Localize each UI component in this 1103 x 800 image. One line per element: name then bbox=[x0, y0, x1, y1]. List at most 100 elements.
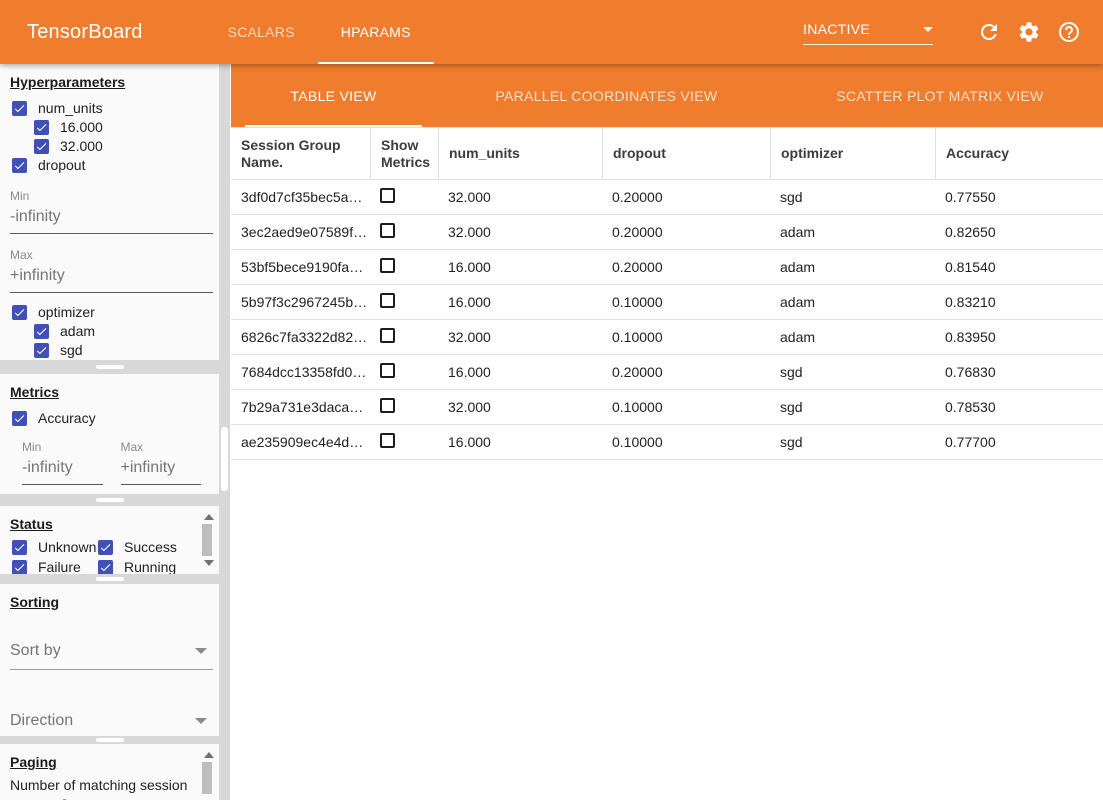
chevron-down-icon bbox=[923, 27, 933, 32]
checkbox-checked-icon[interactable] bbox=[12, 158, 27, 173]
hparam-value-sgd[interactable]: sgd bbox=[0, 341, 219, 360]
table-row[interactable]: 6826c7fa3322d82… 32.000 0.10000 adam 0.8… bbox=[231, 320, 1103, 355]
tab-scalars[interactable]: SCALARS bbox=[205, 0, 318, 64]
scrollbar-thumb[interactable] bbox=[202, 762, 212, 794]
min-input[interactable]: -infinity bbox=[10, 205, 213, 234]
hparam-value-32[interactable]: 32.000 bbox=[0, 137, 219, 156]
status-success[interactable]: Success bbox=[98, 538, 190, 557]
hparam-dropout[interactable]: dropout bbox=[0, 156, 219, 175]
col-header-num-units[interactable]: num_units bbox=[438, 128, 602, 179]
scroll-down-icon[interactable] bbox=[204, 560, 214, 566]
tab-parallel-coordinates-view[interactable]: PARALLEL COORDINATES VIEW bbox=[436, 64, 777, 127]
resize-handle[interactable] bbox=[96, 577, 124, 581]
show-metrics-checkbox[interactable] bbox=[380, 188, 395, 203]
col-header-session-group-name[interactable]: Session Group Name. bbox=[231, 128, 370, 179]
table-row[interactable]: ae235909ec4e4d… 16.000 0.10000 sgd 0.777… bbox=[231, 425, 1103, 460]
show-metrics-checkbox[interactable] bbox=[380, 433, 395, 448]
checkbox-checked-icon[interactable] bbox=[34, 120, 49, 135]
show-metrics-checkbox[interactable] bbox=[380, 223, 395, 238]
tab-scatter-plot-matrix-view[interactable]: SCATTER PLOT MATRIX VIEW bbox=[777, 64, 1103, 127]
hparam-value-16[interactable]: 16.000 bbox=[0, 118, 219, 137]
metric-accuracy[interactable]: Accuracy bbox=[0, 409, 219, 428]
col-header-show-metrics[interactable]: Show Metrics bbox=[370, 128, 438, 179]
tab-hparams[interactable]: HPARAMS bbox=[318, 0, 434, 64]
tab-table-view[interactable]: TABLE VIEW bbox=[231, 64, 436, 127]
cell-num-units: 16.000 bbox=[438, 364, 602, 380]
show-metrics-checkbox[interactable] bbox=[380, 398, 395, 413]
table-row[interactable]: 5b97f3c2967245b… 16.000 0.10000 adam 0.8… bbox=[231, 285, 1103, 320]
reload-status-value: INACTIVE bbox=[803, 21, 870, 37]
table-row[interactable]: 7b29a731e3daca… 32.000 0.10000 sgd 0.785… bbox=[231, 390, 1103, 425]
hparam-num-units[interactable]: num_units bbox=[0, 99, 219, 118]
status-failure[interactable]: Failure bbox=[12, 558, 98, 574]
chevron-down-icon bbox=[195, 648, 207, 654]
hparam-value-adam[interactable]: adam bbox=[0, 322, 219, 341]
max-input[interactable]: +infinity bbox=[121, 456, 202, 485]
checkbox-checked-icon[interactable] bbox=[98, 540, 113, 555]
section-divider bbox=[0, 574, 219, 584]
show-metrics-checkbox[interactable] bbox=[380, 363, 395, 378]
status-running[interactable]: Running bbox=[98, 558, 190, 574]
section-divider bbox=[0, 360, 219, 374]
status-label: Running bbox=[124, 559, 176, 574]
resize-handle[interactable] bbox=[96, 498, 124, 502]
checkbox-checked-icon[interactable] bbox=[34, 343, 49, 358]
checkbox-checked-icon[interactable] bbox=[34, 139, 49, 154]
col-header-dropout[interactable]: dropout bbox=[602, 128, 770, 179]
sidebar-scrollbar-thumb[interactable] bbox=[221, 427, 228, 491]
status-section: Status Unknown Success Failure Running bbox=[0, 506, 219, 574]
table-row[interactable]: 53bf5bece9190fa… 16.000 0.20000 adam 0.8… bbox=[231, 250, 1103, 285]
col-header-accuracy[interactable]: Accuracy bbox=[935, 128, 1103, 179]
cell-accuracy: 0.83210 bbox=[935, 294, 1103, 310]
cell-dropout: 0.10000 bbox=[602, 434, 770, 450]
help-icon[interactable] bbox=[1057, 20, 1081, 44]
cell-num-units: 32.000 bbox=[438, 224, 602, 240]
table-row[interactable]: 3ec2aed9e07589f… 32.000 0.20000 adam 0.8… bbox=[231, 215, 1103, 250]
checkbox-checked-icon[interactable] bbox=[98, 560, 113, 574]
checkbox-checked-icon[interactable] bbox=[34, 324, 49, 339]
sort-by-dropdown[interactable]: Sort by bbox=[10, 636, 213, 670]
matching-groups-count: Number of matching session groups: 8 bbox=[10, 776, 195, 800]
reload-status-dropdown[interactable]: INACTIVE bbox=[803, 19, 933, 45]
sorting-section: Sorting Sort by Direction bbox=[0, 584, 219, 736]
session-group-name: 7b29a731e3daca… bbox=[231, 399, 370, 415]
table-row[interactable]: 3df0d7cf35bec5a… 32.000 0.20000 sgd 0.77… bbox=[231, 180, 1103, 215]
checkbox-checked-icon[interactable] bbox=[12, 101, 27, 116]
settings-gear-icon[interactable] bbox=[1017, 20, 1041, 44]
session-group-name: 53bf5bece9190fa… bbox=[231, 259, 370, 275]
cell-num-units: 16.000 bbox=[438, 434, 602, 450]
session-group-name: 7684dcc13358fd0… bbox=[231, 364, 370, 380]
max-input[interactable]: +infinity bbox=[10, 264, 213, 293]
checkbox-checked-icon[interactable] bbox=[12, 411, 27, 426]
hparam-optimizer[interactable]: optimizer bbox=[0, 303, 219, 322]
scroll-up-icon[interactable] bbox=[204, 752, 214, 758]
checkbox-checked-icon[interactable] bbox=[12, 540, 27, 555]
cell-dropout: 0.20000 bbox=[602, 259, 770, 275]
cell-dropout: 0.10000 bbox=[602, 399, 770, 415]
hparam-value-label: 16.000 bbox=[60, 119, 103, 136]
scroll-up-icon[interactable] bbox=[204, 514, 214, 520]
show-metrics-checkbox[interactable] bbox=[380, 293, 395, 308]
accuracy-max-field: Max +infinity bbox=[121, 440, 202, 485]
resize-handle[interactable] bbox=[96, 365, 124, 369]
show-metrics-checkbox[interactable] bbox=[380, 328, 395, 343]
checkbox-checked-icon[interactable] bbox=[12, 560, 27, 574]
direction-dropdown[interactable]: Direction bbox=[10, 706, 213, 736]
resize-handle[interactable] bbox=[96, 738, 124, 742]
status-unknown[interactable]: Unknown bbox=[12, 538, 98, 557]
min-input[interactable]: -infinity bbox=[22, 456, 103, 485]
paging-scrollbar[interactable] bbox=[201, 750, 215, 794]
refresh-icon[interactable] bbox=[977, 20, 1001, 44]
min-label: Min bbox=[10, 189, 213, 203]
direction-value: Direction bbox=[10, 712, 73, 730]
col-header-optimizer[interactable]: optimizer bbox=[770, 128, 935, 179]
status-label: Failure bbox=[38, 559, 81, 574]
table-row[interactable]: 7684dcc13358fd0… 16.000 0.20000 sgd 0.76… bbox=[231, 355, 1103, 390]
status-scrollbar[interactable] bbox=[201, 512, 215, 568]
cell-optimizer: sgd bbox=[770, 189, 935, 205]
hyperparameters-section: Hyperparameters num_units 16.000 32.000 … bbox=[0, 64, 219, 360]
scrollbar-thumb[interactable] bbox=[202, 524, 212, 556]
show-metrics-checkbox[interactable] bbox=[380, 258, 395, 273]
checkbox-checked-icon[interactable] bbox=[12, 305, 27, 320]
cell-dropout: 0.20000 bbox=[602, 224, 770, 240]
